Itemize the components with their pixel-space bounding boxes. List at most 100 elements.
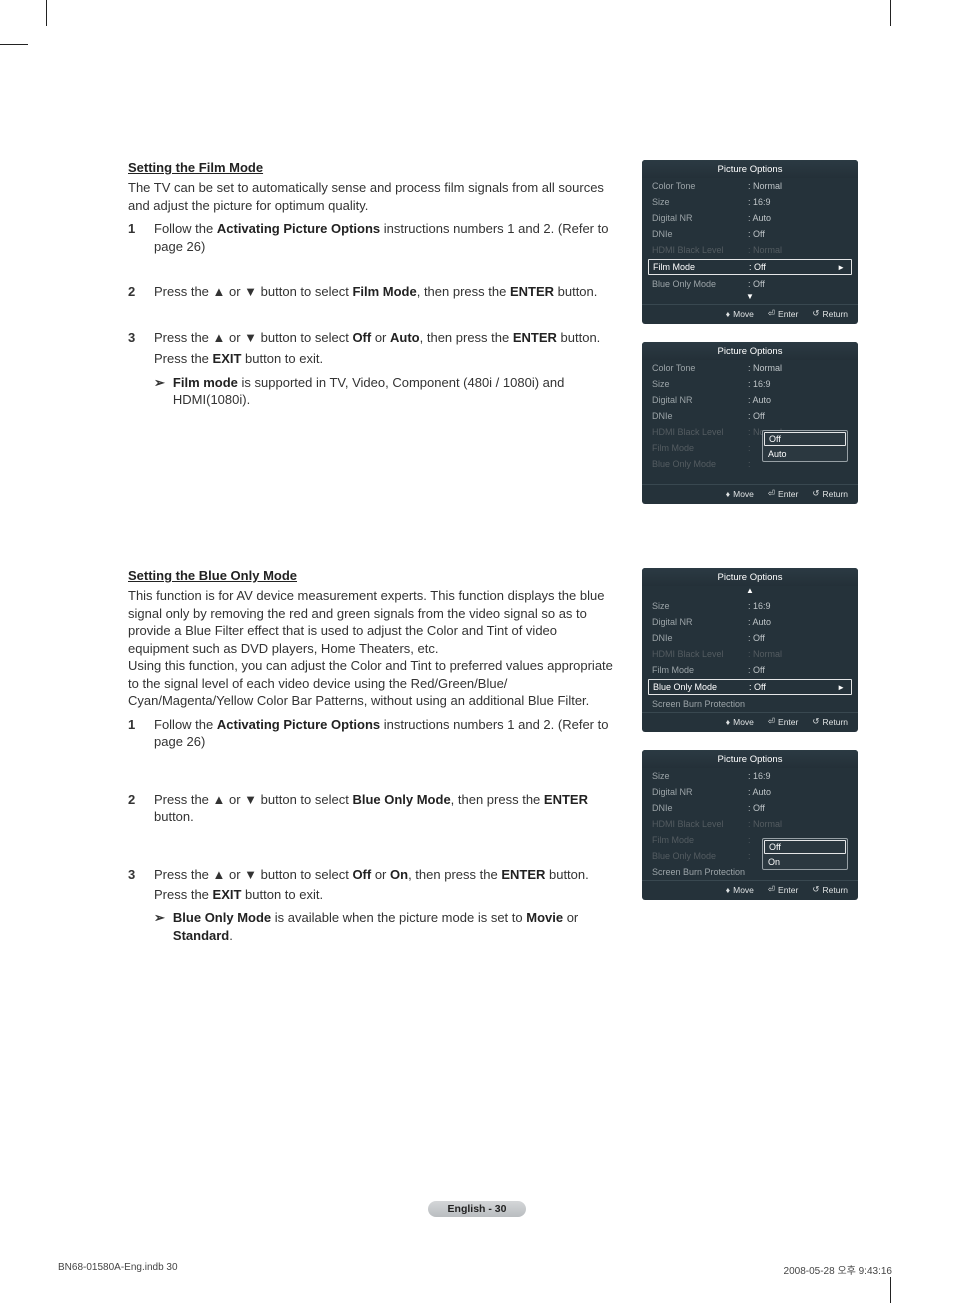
osd-menu-item: Size: 16:9: [642, 598, 858, 614]
osd-footer: ♦Move ⏎Enter ↺Return: [642, 304, 858, 324]
osd-title: Picture Options: [642, 568, 858, 586]
osd-menu: Picture Options ▲ Size: 16:9Digital NR: …: [642, 568, 858, 732]
dropdown-option: Off: [764, 840, 846, 854]
osd-item-value: : Off: [749, 682, 766, 692]
section-title: Setting the Film Mode: [128, 160, 618, 175]
osd-menu-item: Color Tone: Normal: [642, 360, 858, 376]
submenu-arrow-icon: ►: [837, 683, 845, 692]
step-text: Press the ▲ or ▼ button to select Off or…: [154, 866, 618, 944]
osd-item-value: : Normal: [748, 649, 782, 659]
step-text: Press the ▲ or ▼ button to select Blue O…: [154, 791, 618, 826]
step-text: Press the ▲ or ▼ button to select Off or…: [154, 329, 618, 409]
osd-menu: Picture Options Color Tone: NormalSize: …: [642, 342, 858, 504]
osd-menu-item: Size: 16:9: [642, 376, 858, 392]
page-number-pill: English - 30: [428, 1201, 527, 1217]
osd-item-label: DNIe: [652, 803, 748, 813]
step-number: 3: [128, 329, 140, 409]
move-icon: ♦: [726, 717, 730, 727]
osd-item-label: Digital NR: [652, 787, 748, 797]
osd-menu: Picture Options Color Tone: NormalSize: …: [642, 160, 858, 324]
osd-menu-item: Color Tone: Normal: [642, 178, 858, 194]
note-arrow-icon: ➢: [154, 909, 165, 944]
return-icon: ↺: [812, 884, 819, 895]
osd-menu-item: HDMI Black Level: Normal: [642, 242, 858, 258]
osd-item-label: Digital NR: [652, 617, 748, 627]
osd-item-label: HDMI Black Level: [652, 649, 748, 659]
print-filename: BN68-01580A-Eng.indb 30: [58, 1262, 178, 1277]
osd-menu-item: Size: 16:9: [642, 768, 858, 784]
note-arrow-icon: ➢: [154, 374, 165, 409]
step-text: Press the ▲ or ▼ button to select Film M…: [154, 283, 618, 301]
osd-item-label: HDMI Black Level: [652, 819, 748, 829]
osd-item-label: Blue Only Mode: [652, 459, 748, 469]
enter-icon: ⏎: [768, 884, 775, 895]
osd-menu-item: Digital NR: Auto: [642, 210, 858, 226]
note: ➢ Blue Only Mode is available when the p…: [154, 909, 618, 944]
osd-item-value: : Auto: [748, 617, 771, 627]
crop-mark: [46, 0, 47, 26]
osd-item-value: :: [748, 851, 751, 861]
osd-item-value: : Auto: [748, 213, 771, 223]
osd-item-value: : Normal: [748, 181, 782, 191]
osd-item-label: Film Mode: [652, 835, 748, 845]
step-text: Follow the Activating Picture Options in…: [154, 220, 618, 255]
osd-item-value: : Normal: [748, 363, 782, 373]
osd-item-label: Size: [652, 197, 748, 207]
osd-item-label: Blue Only Mode: [652, 851, 748, 861]
enter-icon: ⏎: [768, 716, 775, 727]
osd-item-label: Color Tone: [652, 181, 748, 191]
osd-item-label: DNIe: [652, 633, 748, 643]
osd-item-value: : Auto: [748, 787, 771, 797]
crop-mark: [890, 0, 891, 26]
osd-item-label: Screen Burn Protection: [652, 867, 748, 877]
osd-item-value: : Off: [748, 803, 765, 813]
osd-item-label: Blue Only Mode: [652, 279, 748, 289]
enter-icon: ⏎: [768, 488, 775, 499]
osd-item-value: : Off: [748, 411, 765, 421]
osd-item-value: : 16:9: [748, 771, 771, 781]
osd-item-value: :: [748, 459, 751, 469]
return-icon: ↺: [812, 716, 819, 727]
page-footer: English - 30: [0, 1201, 954, 1217]
osd-menu-item: Film Mode: Off: [642, 662, 858, 678]
osd-menu-item: DNIe: Off: [642, 408, 858, 424]
osd-item-value: : Off: [748, 229, 765, 239]
osd-item-value: : Normal: [748, 819, 782, 829]
step-number: 1: [128, 220, 140, 255]
section-title: Setting the Blue Only Mode: [128, 568, 618, 583]
osd-title: Picture Options: [642, 750, 858, 768]
osd-item-value: :: [748, 835, 751, 845]
osd-item-value: : Off: [748, 633, 765, 643]
osd-item-label: Film Mode: [652, 665, 748, 675]
osd-item-label: Film Mode: [652, 443, 748, 453]
osd-item-value: : 16:9: [748, 197, 771, 207]
step-number: 1: [128, 716, 140, 751]
osd-menu-item: DNIe: Off: [642, 800, 858, 816]
osd-item-label: HDMI Black Level: [652, 245, 748, 255]
osd-title: Picture Options: [642, 160, 858, 178]
step-number: 2: [128, 791, 140, 826]
osd-menu-item: Digital NR: Auto: [642, 784, 858, 800]
osd-item-value: : Off: [749, 262, 766, 272]
osd-footer: ♦Move ⏎Enter ↺Return: [642, 712, 858, 732]
osd-item-value: : Normal: [748, 245, 782, 255]
osd-menu-item: Screen Burn Protection: [642, 696, 858, 712]
osd-item-label: Screen Burn Protection: [652, 699, 748, 709]
step-number: 2: [128, 283, 140, 301]
osd-item-value: : Off: [748, 665, 765, 675]
return-icon: ↺: [812, 488, 819, 499]
osd-menu: Picture Options Size: 16:9Digital NR: Au…: [642, 750, 858, 900]
scroll-up-icon: ▲: [642, 586, 858, 598]
osd-menu-item: Digital NR: Auto: [642, 392, 858, 408]
section-intro: The TV can be set to automatically sense…: [128, 179, 618, 214]
osd-item-label: Size: [652, 379, 748, 389]
osd-item-value: : Auto: [748, 395, 771, 405]
osd-item-label: DNIe: [652, 411, 748, 421]
osd-menu-item: DNIe: Off: [642, 630, 858, 646]
move-icon: ♦: [726, 489, 730, 499]
move-icon: ♦: [726, 885, 730, 895]
osd-menu-item: HDMI Black Level: Normal: [642, 646, 858, 662]
submenu-arrow-icon: ►: [837, 263, 845, 272]
section-intro: This function is for AV device measureme…: [128, 587, 618, 710]
osd-dropdown: Off On: [762, 838, 848, 870]
